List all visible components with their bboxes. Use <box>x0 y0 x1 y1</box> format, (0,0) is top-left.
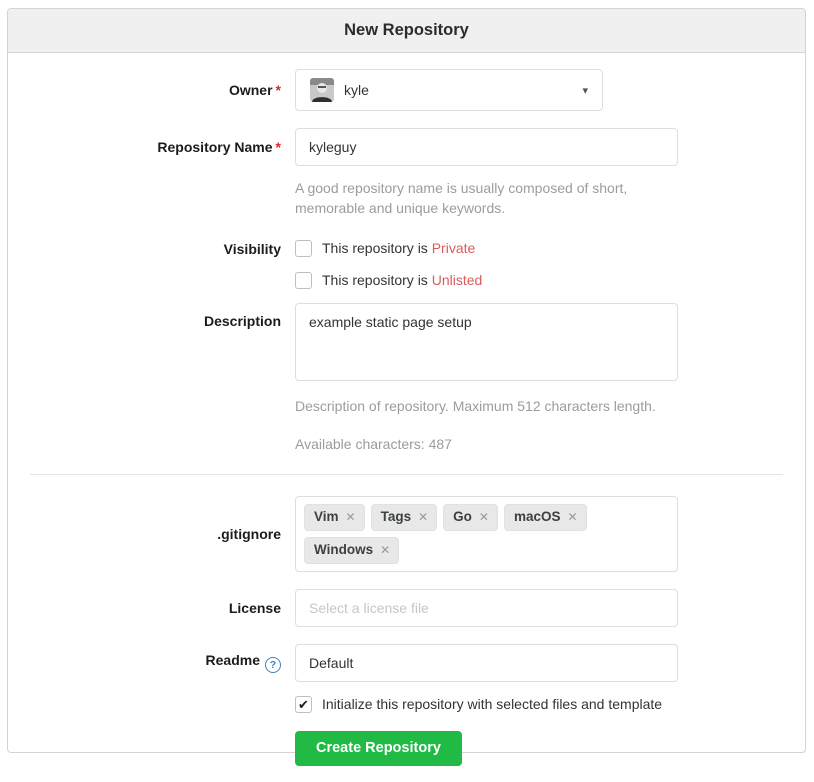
owner-avatar-icon <box>310 78 334 102</box>
unlisted-highlight: Unlisted <box>432 272 483 288</box>
description-help-text: Description of repository. Maximum 512 c… <box>295 396 695 416</box>
gitignore-multiselect[interactable]: Vim✕ Tags✕ Go✕ macOS✕ Windows✕ <box>295 496 678 572</box>
new-repository-form: Owner* kyle ▾ Repository Name* <box>8 53 805 782</box>
private-checkbox[interactable]: ✔ <box>295 240 312 257</box>
remove-tag-icon[interactable]: ✕ <box>568 510 578 524</box>
create-repository-button[interactable]: Create Repository <box>295 731 462 766</box>
repo-name-input[interactable] <box>295 128 678 166</box>
license-input[interactable] <box>295 589 678 627</box>
visibility-field: Visibility ✔ This repository is Private … <box>8 240 805 289</box>
visibility-unlisted-option: ✔ This repository is Unlisted <box>295 272 482 289</box>
gitignore-label: .gitignore <box>8 526 281 542</box>
check-icon: ✔ <box>298 698 309 711</box>
init-repo-option: ✔ Initialize this repository with select… <box>295 696 805 713</box>
owner-label: Owner* <box>8 82 281 98</box>
owner-field: Owner* kyle ▾ <box>8 69 805 111</box>
unlisted-checkbox[interactable]: ✔ <box>295 272 312 289</box>
repo-name-help-text: A good repository name is usually compos… <box>295 178 695 219</box>
visibility-label: Visibility <box>8 240 281 289</box>
init-repo-checkbox[interactable]: ✔ <box>295 696 312 713</box>
readme-label: Readme? <box>8 652 281 673</box>
description-field: Description example static page setup <box>8 303 805 384</box>
chevron-down-icon: ▾ <box>582 84 588 97</box>
gitignore-tag-windows: Windows✕ <box>304 537 399 564</box>
owner-selected-value: kyle <box>344 82 369 98</box>
gitignore-tag-tags: Tags✕ <box>371 504 438 531</box>
gitignore-tag-macos: macOS✕ <box>504 504 587 531</box>
init-repo-label: Initialize this repository with selected… <box>322 696 662 712</box>
help-circle-icon[interactable]: ? <box>265 657 281 673</box>
private-highlight: Private <box>432 240 476 256</box>
owner-dropdown[interactable]: kyle ▾ <box>295 69 603 111</box>
private-option-label: This repository is <box>322 240 432 256</box>
required-mark: * <box>276 139 281 155</box>
section-divider <box>30 474 783 475</box>
remove-tag-icon[interactable]: ✕ <box>346 510 356 524</box>
license-label: License <box>8 600 281 616</box>
readme-input[interactable] <box>295 644 678 682</box>
remove-tag-icon[interactable]: ✕ <box>380 543 390 557</box>
required-mark: * <box>276 82 281 98</box>
gitignore-field: .gitignore Vim✕ Tags✕ Go✕ macOS✕ Windows… <box>8 496 805 572</box>
remove-tag-icon[interactable]: ✕ <box>479 510 489 524</box>
available-characters-counter: Available characters: 487 <box>295 436 805 452</box>
page-title: New Repository <box>344 21 469 40</box>
description-textarea[interactable]: example static page setup <box>295 303 678 381</box>
gitignore-tag-go: Go✕ <box>443 504 498 531</box>
description-label: Description <box>8 303 281 384</box>
gitignore-tag-vim: Vim✕ <box>304 504 365 531</box>
panel-header: New Repository <box>8 9 805 53</box>
remove-tag-icon[interactable]: ✕ <box>418 510 428 524</box>
repo-name-field: Repository Name* <box>8 128 805 166</box>
repo-name-label: Repository Name* <box>8 139 281 155</box>
readme-field: Readme? <box>8 644 805 682</box>
license-field: License <box>8 589 805 627</box>
unlisted-option-label: This repository is <box>322 272 432 288</box>
new-repository-panel: New Repository Owner* kyle ▾ <box>7 8 806 753</box>
visibility-private-option: ✔ This repository is Private <box>295 240 482 257</box>
